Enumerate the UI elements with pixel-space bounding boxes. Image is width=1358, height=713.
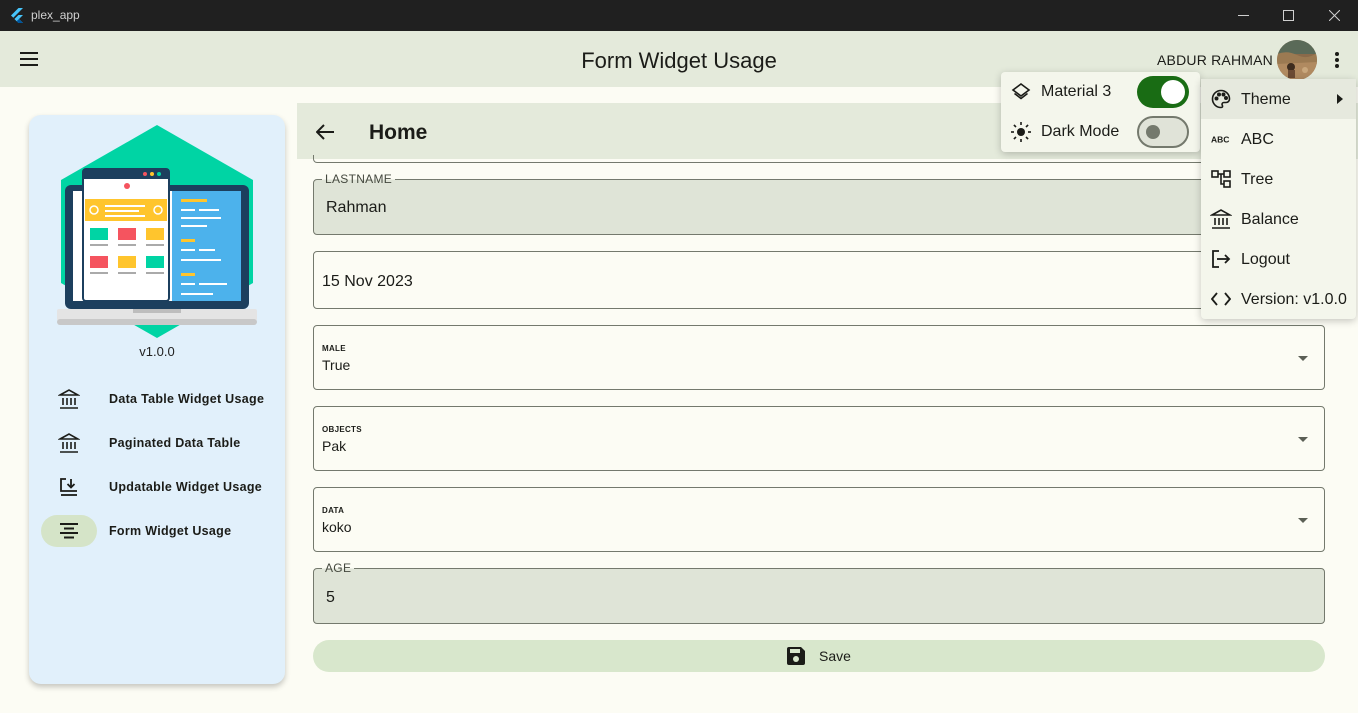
arrow-back-icon xyxy=(316,124,334,140)
menu-label: Logout xyxy=(1241,251,1290,268)
user-name: ABDUR RAHMAN xyxy=(1157,52,1273,68)
menu-item-tree[interactable]: Tree xyxy=(1201,159,1356,199)
theme-submenu: Material 3 Dark Mode xyxy=(1001,72,1200,152)
menu-item-balance[interactable]: Balance xyxy=(1201,199,1356,239)
app-logo-laptop-illustration xyxy=(57,125,257,338)
align-center-icon xyxy=(60,523,78,539)
account-tree-icon xyxy=(1210,168,1232,190)
layers-icon xyxy=(1010,81,1032,103)
nav-label: Updatable Widget Usage xyxy=(109,480,263,494)
nav-icon-wrap xyxy=(41,427,97,459)
palette-icon xyxy=(1210,88,1232,110)
menu-label: Version: v1.0.0 xyxy=(1241,291,1347,308)
bank-icon xyxy=(58,389,80,409)
menu-item-version[interactable]: Version: v1.0.0 xyxy=(1201,279,1356,319)
more-vert-icon xyxy=(1335,52,1339,68)
menu-item-logout[interactable]: Logout xyxy=(1201,239,1356,279)
submenu-arrow-icon xyxy=(1337,94,1343,104)
side-navigation: v1.0.0 Data Table Widget Usage Paginated… xyxy=(29,115,285,684)
menu-label: Theme xyxy=(1241,91,1291,108)
flutter-logo-icon xyxy=(11,8,23,23)
objects-value: Pak xyxy=(322,438,347,454)
maximize-button[interactable] xyxy=(1265,0,1311,31)
menu-label: Balance xyxy=(1241,211,1299,228)
code-icon xyxy=(1210,288,1232,310)
data-dropdown[interactable]: DATA koko xyxy=(313,487,1325,552)
nav-item-form-widget[interactable]: Form Widget Usage xyxy=(41,515,271,547)
objects-dropdown[interactable]: OBJECTS Pak xyxy=(313,406,1325,471)
data-label: DATA xyxy=(322,506,345,515)
dark-mode-switch[interactable] xyxy=(1137,116,1189,148)
nav-icon-wrap xyxy=(41,383,97,415)
download-to-screen-icon xyxy=(60,478,77,496)
user-avatar[interactable] xyxy=(1277,40,1317,80)
age-field[interactable]: AGE 5 xyxy=(313,561,1325,624)
date-field[interactable]: 15 Nov 2023 xyxy=(313,251,1325,309)
male-value: True xyxy=(322,357,351,373)
dropdown-arrow-icon xyxy=(1298,518,1308,523)
logout-icon xyxy=(1210,248,1232,270)
nav-label: Data Table Widget Usage xyxy=(109,392,265,406)
window-app-name: plex_app xyxy=(31,8,80,22)
menu-label: Tree xyxy=(1241,171,1274,188)
abc-icon: ABC xyxy=(1210,128,1232,150)
age-value: 5 xyxy=(326,589,335,606)
data-value: koko xyxy=(322,519,352,535)
date-value: 15 Nov 2023 xyxy=(322,273,413,290)
home-title: Home xyxy=(369,121,428,144)
material3-toggle-row[interactable]: Material 3 xyxy=(1001,72,1200,112)
male-dropdown[interactable]: MALE True xyxy=(313,325,1325,390)
app-version: v1.0.0 xyxy=(139,344,175,359)
sun-icon xyxy=(1010,121,1032,143)
maximize-icon xyxy=(1282,10,1294,21)
save-label: Save xyxy=(819,648,851,664)
lastname-field[interactable]: LASTNAME Rahman xyxy=(313,172,1325,235)
nav-label: Form Widget Usage xyxy=(109,524,232,538)
age-label: AGE xyxy=(322,561,355,575)
menu-item-abc[interactable]: ABC ABC xyxy=(1201,119,1356,159)
scrolled-field-edge xyxy=(313,155,1325,163)
avatar-photo-icon xyxy=(1277,40,1317,80)
nav-item-paginated-data-table[interactable]: Paginated Data Table xyxy=(41,427,271,459)
dropdown-arrow-icon xyxy=(1298,437,1308,442)
dropdown-arrow-icon xyxy=(1298,356,1308,361)
menu-item-theme[interactable]: Theme xyxy=(1201,79,1356,119)
save-icon xyxy=(787,647,806,665)
page-title: Form Widget Usage xyxy=(581,48,777,73)
nav-label: Paginated Data Table xyxy=(109,436,241,450)
lastname-label: LASTNAME xyxy=(322,172,396,186)
male-label: MALE xyxy=(322,344,346,353)
minimize-button[interactable] xyxy=(1220,0,1266,31)
svg-text:ABC: ABC xyxy=(1211,135,1229,145)
minimize-icon xyxy=(1237,15,1249,16)
material3-switch[interactable] xyxy=(1137,76,1189,108)
options-menu: Theme ABC ABC Tree Balance Logout Versio… xyxy=(1201,79,1356,319)
nav-item-data-table[interactable]: Data Table Widget Usage xyxy=(41,383,271,415)
menu-label: ABC xyxy=(1241,131,1274,148)
save-button[interactable]: Save xyxy=(313,640,1325,672)
switch-knob xyxy=(1161,80,1185,104)
window-titlebar: plex_app xyxy=(0,0,1358,31)
nav-item-updatable-widget[interactable]: Updatable Widget Usage xyxy=(41,471,271,503)
lastname-value: Rahman xyxy=(326,199,387,216)
close-icon xyxy=(1328,10,1340,21)
dark-mode-label: Dark Mode xyxy=(1041,123,1120,140)
nav-icon-wrap xyxy=(41,515,97,547)
objects-label: OBJECTS xyxy=(322,425,362,434)
switch-knob xyxy=(1146,125,1160,139)
bank-icon xyxy=(1210,208,1232,230)
bank-icon xyxy=(58,433,80,453)
close-window-button[interactable] xyxy=(1311,0,1357,31)
more-options-button[interactable] xyxy=(1326,47,1348,73)
nav-icon-wrap xyxy=(41,471,97,503)
material3-label: Material 3 xyxy=(1041,83,1112,100)
dark-mode-toggle-row[interactable]: Dark Mode xyxy=(1001,112,1200,152)
back-button[interactable] xyxy=(311,119,339,145)
